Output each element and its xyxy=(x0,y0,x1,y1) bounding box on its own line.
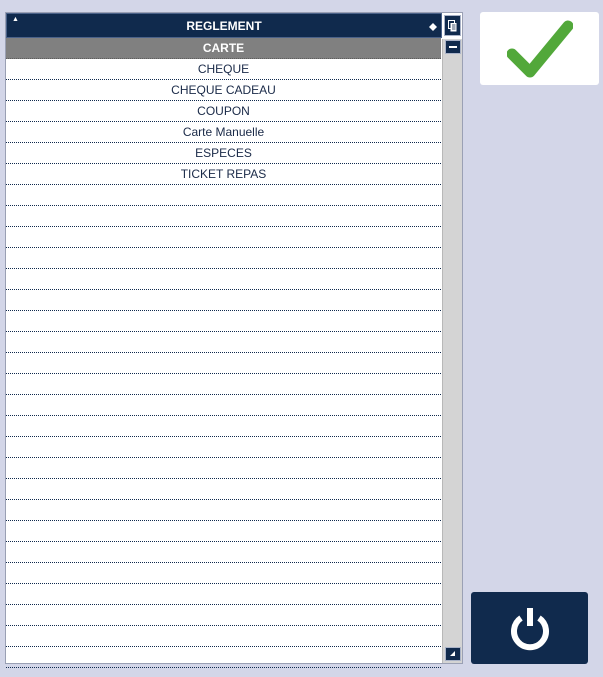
scroll-up-button[interactable] xyxy=(445,40,461,54)
row-label: CHEQUE CADEAU xyxy=(171,83,276,97)
table-row[interactable] xyxy=(6,437,441,458)
table-row[interactable]: Carte Manuelle xyxy=(6,122,441,143)
checkmark-icon xyxy=(506,20,573,77)
copy-button[interactable] xyxy=(444,15,461,36)
table-row[interactable]: CARTE xyxy=(6,38,441,59)
table-row[interactable] xyxy=(6,542,441,563)
table-row[interactable] xyxy=(6,605,441,626)
table-row[interactable] xyxy=(6,290,441,311)
payment-methods-list: CARTE CHEQUE CHEQUE CADEAU COUPON Carte Manu… xyxy=(6,38,441,668)
table-row[interactable] xyxy=(6,647,441,668)
table-row[interactable] xyxy=(6,374,441,395)
confirm-button[interactable] xyxy=(480,12,599,85)
table-row[interactable]: CHEQUE xyxy=(6,59,441,80)
table-row[interactable] xyxy=(6,185,441,206)
table-row[interactable] xyxy=(6,479,441,500)
table-row[interactable] xyxy=(6,311,441,332)
row-label: Carte Manuelle xyxy=(182,125,265,139)
table-row[interactable] xyxy=(6,395,441,416)
table-row[interactable] xyxy=(6,353,441,374)
row-label: CARTE xyxy=(202,41,245,55)
row-label: CHEQUE xyxy=(197,62,250,76)
vertical-scrollbar[interactable] xyxy=(442,39,462,663)
table-row[interactable] xyxy=(6,206,441,227)
copy-icon xyxy=(448,19,457,31)
table-row[interactable] xyxy=(6,416,441,437)
table-row[interactable] xyxy=(6,584,441,605)
row-label: TICKET REPAS xyxy=(180,167,267,181)
payment-methods-table: ▲ REGLEMENT CARTE CHEQUE CHEQUE CADEAU COUP… xyxy=(5,12,463,668)
table-row[interactable]: CHEQUE CADEAU xyxy=(6,80,441,101)
table-row[interactable] xyxy=(6,563,441,584)
power-icon xyxy=(510,608,549,651)
row-label: COUPON xyxy=(197,104,250,118)
table-row[interactable] xyxy=(6,500,441,521)
table-row[interactable] xyxy=(6,521,441,542)
minus-icon xyxy=(449,46,457,48)
table-row[interactable] xyxy=(6,458,441,479)
table-row[interactable] xyxy=(6,626,441,647)
column-header-reglement[interactable]: ▲ REGLEMENT xyxy=(6,13,442,38)
table-row[interactable] xyxy=(6,269,441,290)
power-button[interactable] xyxy=(471,592,588,664)
table-row[interactable] xyxy=(6,248,441,269)
column-header-label: REGLEMENT xyxy=(186,18,262,33)
sort-arrow-icon[interactable]: ▲ xyxy=(12,16,19,24)
table-row[interactable]: COUPON xyxy=(6,101,441,122)
row-label: ESPECES xyxy=(195,146,252,160)
table-row[interactable]: TICKET REPAS xyxy=(6,164,441,185)
table-row[interactable] xyxy=(6,332,441,353)
table-row[interactable]: ESPECES xyxy=(6,143,441,164)
scroll-down-button[interactable] xyxy=(445,647,461,661)
table-row[interactable] xyxy=(6,227,441,248)
scroll-down-icon xyxy=(450,651,455,656)
filter-icon[interactable] xyxy=(429,23,437,31)
